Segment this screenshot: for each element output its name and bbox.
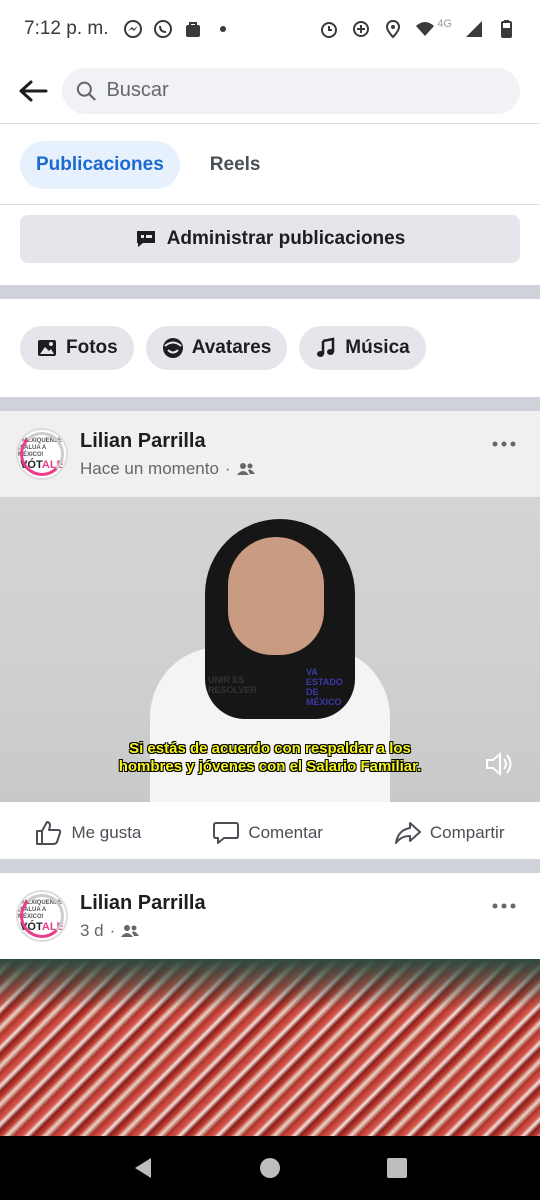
chip-fotos[interactable]: Fotos: [20, 326, 134, 370]
video-subtitle-line1: Si estás de acuerdo con respaldar a los: [129, 740, 411, 757]
messenger-icon: [123, 20, 142, 38]
post-meta: Lilian Parrilla 3 d ·: [80, 892, 484, 941]
nav-home-button[interactable]: [250, 1148, 290, 1188]
section-divider: [0, 859, 540, 873]
tab-reels[interactable]: Reels: [194, 141, 277, 189]
post-card: MEXIQUENSE ¡SALUA A MÉXICO! VÓTALE Lilia…: [0, 411, 540, 864]
friends-icon: [236, 462, 255, 475]
content-tabs: Publicaciones Reels: [0, 125, 540, 205]
friends-icon: [121, 924, 140, 937]
more-dots-icon: [492, 903, 516, 909]
dot-separator: ·: [109, 920, 116, 940]
search-header: [0, 58, 540, 124]
like-button[interactable]: Me gusta: [35, 820, 141, 846]
search-icon: [76, 81, 96, 100]
avatar-ring: [20, 894, 64, 938]
manage-posts-section: Administrar publicaciones: [0, 205, 540, 285]
tab-publicaciones[interactable]: Publicaciones: [20, 140, 180, 189]
data-saver-icon: [353, 21, 370, 37]
status-time: 7:12 p. m.: [24, 18, 109, 39]
back-arrow-icon: [19, 80, 48, 101]
post-subline: 3 d ·: [80, 921, 484, 941]
system-icons: 4G: [319, 18, 516, 39]
status-bar: 7:12 p. m. 4G: [0, 0, 540, 58]
share-label: Compartir: [429, 822, 505, 842]
thumbs-up-icon: [36, 820, 62, 845]
shirt-text-left: UNIR ES RESOLVER: [208, 675, 257, 695]
avatar-ring: [20, 432, 64, 476]
post-author[interactable]: Lilian Parrilla: [80, 430, 484, 453]
post-header: MEXIQUENSE ¡SALUA A MÉXICO! VÓTALE Lilia…: [0, 411, 540, 497]
music-note-icon: [317, 337, 335, 357]
circle-home-icon: [259, 1158, 280, 1178]
chip-musica[interactable]: Música: [299, 326, 426, 370]
dot-separator: ·: [224, 458, 231, 478]
post-actions: Me gusta Comentar Compartir: [0, 802, 540, 864]
share-icon: [394, 821, 421, 844]
shirt-text-right: VA ESTADO DE MÉXICO: [306, 667, 343, 707]
like-label: Me gusta: [71, 822, 142, 842]
comment-icon: [213, 821, 240, 844]
shopping-bag-icon: [185, 22, 200, 37]
manage-posts-button[interactable]: Administrar publicaciones: [20, 215, 520, 263]
post-video[interactable]: UNIR ES RESOLVER VA ESTADO DE MÉXICO Si …: [0, 497, 540, 802]
volume-icon[interactable]: [484, 749, 514, 779]
avatar[interactable]: MEXIQUENSE ¡SALUA A MÉXICO! VÓTALE: [16, 428, 68, 480]
dot-icon: [219, 26, 226, 32]
video-subtitle: Si estás de acuerdo con respaldar a los …: [0, 740, 540, 776]
post-author[interactable]: Lilian Parrilla: [80, 892, 484, 915]
nav-recents-button[interactable]: [377, 1148, 417, 1188]
manage-posts-label: Administrar publicaciones: [166, 228, 406, 249]
square-recents-icon: [386, 1158, 407, 1178]
avatar-icon: [162, 338, 183, 358]
notification-icons: [123, 19, 233, 39]
location-icon: [386, 19, 401, 39]
whatsapp-icon: [153, 20, 172, 38]
video-figure-face: [228, 537, 324, 655]
photos-icon: [38, 340, 56, 356]
triangle-back-icon: [135, 1158, 152, 1178]
comment-label: Comentar: [248, 822, 323, 842]
more-options-button[interactable]: [484, 891, 524, 921]
filter-chips: Fotos Avatares Música: [0, 299, 540, 397]
more-dots-icon: [492, 441, 516, 447]
battery-icon: [501, 20, 512, 38]
section-divider: [0, 397, 540, 411]
wifi-icon: [416, 22, 435, 36]
comment-button[interactable]: Comentar: [212, 820, 323, 846]
chip-label: Avatares: [191, 337, 272, 358]
post-card: MEXIQUENSE ¡SALUA A MÉXICO! VÓTALE Lilia…: [0, 873, 540, 1159]
video-subtitle-line2: hombres y jóvenes con el Salario Familia…: [118, 758, 422, 775]
manage-posts-icon: [136, 231, 155, 247]
alarm-icon: [321, 22, 338, 38]
chip-label: Fotos: [66, 337, 118, 358]
more-options-button[interactable]: [484, 429, 524, 459]
post-meta: Lilian Parrilla Hace un momento ·: [80, 430, 484, 479]
chip-avatares[interactable]: Avatares: [145, 326, 288, 370]
system-nav-bar: [0, 1136, 540, 1200]
chip-label: Música: [345, 337, 410, 358]
signal-icon: [466, 21, 482, 37]
search-box[interactable]: [62, 67, 520, 114]
section-divider: [0, 285, 540, 299]
avatar[interactable]: MEXIQUENSE ¡SALUA A MÉXICO! VÓTALE: [16, 890, 68, 942]
post-time[interactable]: Hace un momento: [80, 459, 219, 479]
crowd-background: [0, 959, 540, 1009]
nav-back-button[interactable]: [123, 1148, 163, 1188]
post-video-crowd[interactable]: [0, 959, 540, 1159]
network-type: 4G: [437, 18, 452, 30]
post-subline: Hace un momento ·: [80, 459, 484, 479]
share-button[interactable]: Compartir: [394, 820, 505, 846]
back-button[interactable]: [16, 74, 50, 108]
search-input[interactable]: [106, 79, 506, 102]
post-header: MEXIQUENSE ¡SALUA A MÉXICO! VÓTALE Lilia…: [0, 873, 540, 959]
post-time[interactable]: 3 d: [80, 921, 104, 941]
